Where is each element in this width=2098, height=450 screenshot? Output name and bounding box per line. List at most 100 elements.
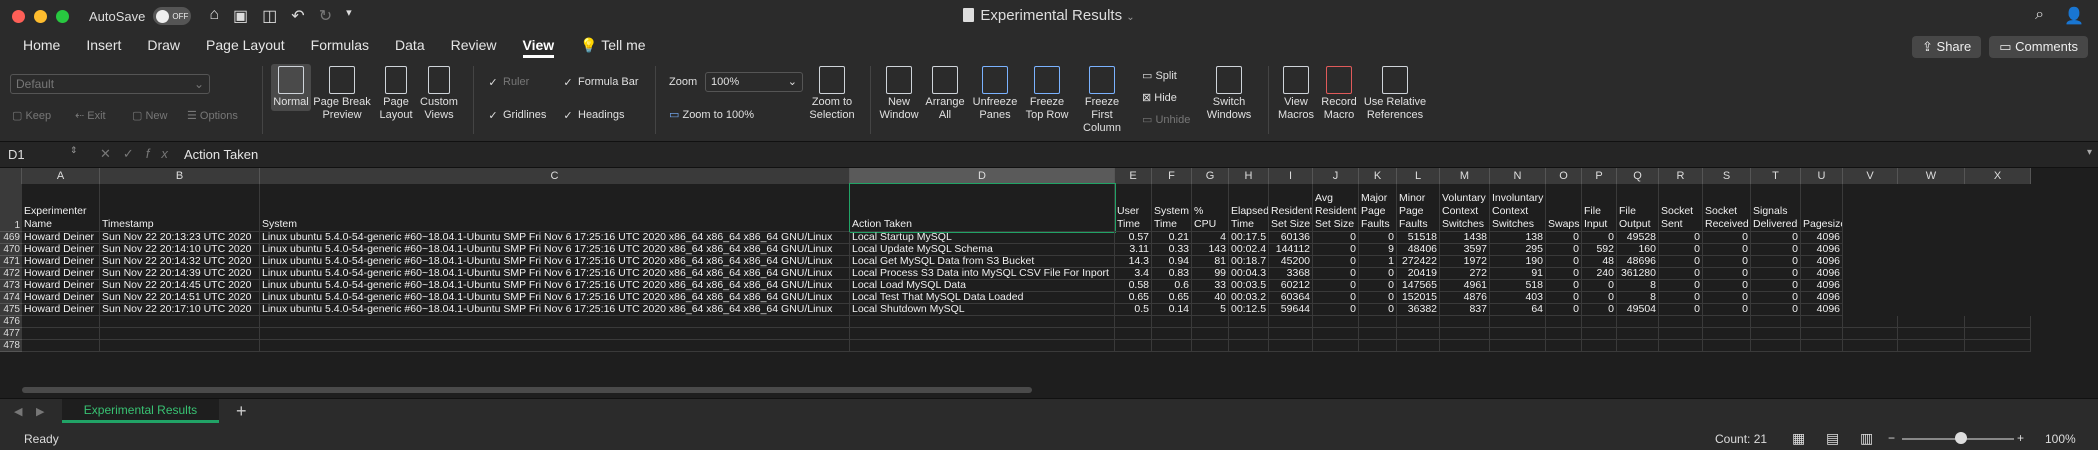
- empty-cell[interactable]: [1152, 316, 1192, 328]
- tab-page-layout[interactable]: Page Layout: [193, 32, 298, 58]
- table-cell[interactable]: 4961: [1440, 280, 1490, 292]
- header-cell[interactable]: Socket Sent: [1659, 184, 1703, 232]
- table-cell[interactable]: 36382: [1397, 304, 1440, 316]
- table-cell[interactable]: Local Update MySQL Schema: [850, 244, 1115, 256]
- header-cell[interactable]: File Output: [1617, 184, 1659, 232]
- zoom-out-icon[interactable]: −: [1888, 431, 1895, 445]
- empty-cell[interactable]: [1359, 316, 1397, 328]
- normal-view-icon[interactable]: ▦: [1792, 430, 1805, 447]
- empty-cell[interactable]: [1152, 328, 1192, 340]
- save-as-icon[interactable]: ◫: [262, 6, 277, 26]
- table-cell[interactable]: 1972: [1440, 256, 1490, 268]
- table-cell[interactable]: 0: [1751, 256, 1801, 268]
- header-cell[interactable]: File Input: [1582, 184, 1617, 232]
- tab-formulas[interactable]: Formulas: [298, 32, 382, 58]
- empty-cell[interactable]: [1229, 340, 1269, 352]
- unhide-button[interactable]: ▭ Unhide: [1142, 114, 1190, 127]
- tell-me[interactable]: 💡 Tell me: [567, 32, 658, 58]
- table-cell[interactable]: Sun Nov 22 20:14:39 UTC 2020: [100, 268, 260, 280]
- table-cell[interactable]: 0: [1703, 268, 1751, 280]
- empty-cell[interactable]: [1269, 316, 1313, 328]
- empty-cell[interactable]: [1703, 316, 1751, 328]
- empty-cell[interactable]: [22, 328, 100, 340]
- column-header-v[interactable]: V: [1843, 168, 1898, 184]
- table-cell[interactable]: 0: [1659, 268, 1703, 280]
- empty-cell[interactable]: [1269, 328, 1313, 340]
- table-cell[interactable]: 45200: [1269, 256, 1313, 268]
- table-cell[interactable]: 48406: [1397, 244, 1440, 256]
- table-cell[interactable]: 49528: [1617, 232, 1659, 244]
- empty-cell[interactable]: [1229, 316, 1269, 328]
- keep-button[interactable]: ▢ Keep: [12, 110, 51, 123]
- tab-home[interactable]: Home: [10, 32, 73, 58]
- zoom-select[interactable]: 100% ⌄: [705, 72, 803, 92]
- table-cell[interactable]: 0: [1546, 244, 1582, 256]
- search-icon[interactable]: ⌕: [2035, 6, 2044, 26]
- formula-bar-checkbox[interactable]: ✓ Formula Bar: [563, 76, 638, 89]
- column-header-k[interactable]: K: [1359, 168, 1397, 184]
- column-header-m[interactable]: M: [1440, 168, 1490, 184]
- header-cell[interactable]: Avg Resident Set Size: [1313, 184, 1359, 232]
- empty-cell[interactable]: [1617, 328, 1659, 340]
- comments-button[interactable]: ▭ Comments: [1989, 36, 2088, 58]
- table-cell[interactable]: 0: [1751, 232, 1801, 244]
- row-header[interactable]: 471: [0, 256, 22, 268]
- home-icon[interactable]: ⌂: [209, 6, 219, 26]
- table-cell[interactable]: 3597: [1440, 244, 1490, 256]
- table-cell[interactable]: 00:03.5: [1229, 280, 1269, 292]
- table-cell[interactable]: Sun Nov 22 20:13:23 UTC 2020: [100, 232, 260, 244]
- empty-cell[interactable]: [850, 340, 1115, 352]
- table-cell[interactable]: 0: [1313, 304, 1359, 316]
- spreadsheet-grid[interactable]: A B C D E F G H I J K L M N O P Q R S T U V W X 1 Experimenter Na…: [0, 168, 2098, 398]
- zoom-to-selection-button[interactable]: Zoom to Selection: [804, 66, 860, 122]
- name-box-dropdown-icon[interactable]: ⇕: [70, 145, 78, 156]
- empty-cell[interactable]: [1490, 340, 1546, 352]
- normal-view-button[interactable]: Normal: [271, 64, 311, 111]
- empty-cell[interactable]: [22, 316, 100, 328]
- page-break-view-icon[interactable]: ▥: [1860, 430, 1873, 447]
- empty-cell[interactable]: [1313, 328, 1359, 340]
- table-cell[interactable]: 91: [1490, 268, 1546, 280]
- empty-cell[interactable]: [1115, 328, 1152, 340]
- empty-cell[interactable]: [22, 340, 100, 352]
- table-cell[interactable]: Linux ubuntu 5.4.0-54-generic #60~18.04.…: [260, 292, 850, 304]
- table-cell[interactable]: 0: [1582, 292, 1617, 304]
- header-cell[interactable]: System Time: [1152, 184, 1192, 232]
- row-header[interactable]: 475: [0, 304, 22, 316]
- empty-cell[interactable]: [1617, 316, 1659, 328]
- table-cell[interactable]: Howard Deiner: [22, 292, 100, 304]
- add-sheet-icon[interactable]: +: [236, 401, 247, 422]
- close-window-button[interactable]: [12, 9, 25, 23]
- table-cell[interactable]: 8: [1617, 280, 1659, 292]
- empty-cell[interactable]: [1359, 340, 1397, 352]
- horizontal-scrollbar[interactable]: [22, 387, 1032, 393]
- table-cell[interactable]: 3.11: [1115, 244, 1152, 256]
- column-header-x[interactable]: X: [1965, 168, 2031, 184]
- record-macro-button[interactable]: Record Macro: [1317, 66, 1361, 122]
- table-cell[interactable]: Linux ubuntu 5.4.0-54-generic #60~18.04.…: [260, 304, 850, 316]
- table-cell[interactable]: 0: [1659, 280, 1703, 292]
- table-cell[interactable]: 0.65: [1115, 292, 1152, 304]
- table-cell[interactable]: 0: [1546, 232, 1582, 244]
- empty-cell[interactable]: [1192, 316, 1229, 328]
- table-cell[interactable]: 152015: [1397, 292, 1440, 304]
- table-cell[interactable]: 0: [1582, 304, 1617, 316]
- table-cell[interactable]: 4096: [1801, 304, 1843, 316]
- customize-toolbar-icon[interactable]: ▾: [346, 6, 352, 26]
- row-header[interactable]: 469: [0, 232, 22, 244]
- table-cell[interactable]: 0: [1751, 304, 1801, 316]
- table-cell[interactable]: 00:04.3: [1229, 268, 1269, 280]
- empty-cell[interactable]: [1751, 328, 1801, 340]
- empty-cell[interactable]: [1703, 328, 1751, 340]
- table-cell[interactable]: 0: [1359, 232, 1397, 244]
- column-header-g[interactable]: G: [1192, 168, 1229, 184]
- table-cell[interactable]: 4096: [1801, 292, 1843, 304]
- table-cell[interactable]: 4: [1192, 232, 1229, 244]
- table-cell[interactable]: 0: [1751, 244, 1801, 256]
- table-cell[interactable]: 0: [1751, 280, 1801, 292]
- table-cell[interactable]: 00:03.2: [1229, 292, 1269, 304]
- redo-icon[interactable]: ↻: [319, 6, 332, 26]
- empty-cell[interactable]: [1801, 328, 1843, 340]
- empty-cell[interactable]: [100, 316, 260, 328]
- table-cell[interactable]: 99: [1192, 268, 1229, 280]
